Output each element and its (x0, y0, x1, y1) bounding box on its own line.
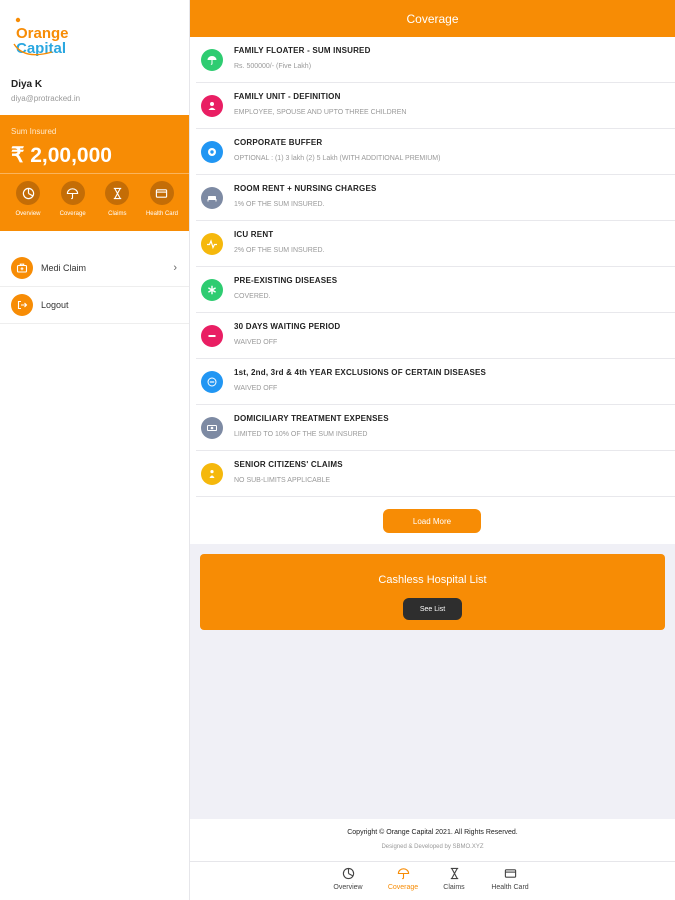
list-item[interactable]: FAMILY UNIT - DEFINITION EMPLOYEE, SPOUS… (196, 83, 675, 129)
top-bar: Coverage (190, 0, 675, 37)
coverage-title: FAMILY FLOATER - SUM INSURED (234, 46, 371, 55)
bed-icon (201, 187, 223, 209)
tab-label: Overview (333, 884, 363, 891)
orange-capital-logo[interactable]: Orange Capital (12, 14, 82, 62)
coverage-subtitle: WAIVED OFF (234, 339, 278, 346)
divider (0, 173, 189, 174)
asterisk-icon (201, 279, 223, 301)
coverage-subtitle: COVERED. (234, 293, 271, 300)
sidebar-menu: Medi Claim › Logout (0, 250, 189, 324)
coverage-subtitle: 1% OF THE SUM INSURED. (234, 201, 325, 208)
minus-icon (201, 371, 223, 393)
coverage-subtitle: OPTIONAL : (1) 3 lakh (2) 5 Lakh (WITH A… (234, 155, 441, 162)
chevron-right-icon: › (173, 262, 177, 274)
sum-insured-value: ₹ 2,00,000 (11, 144, 112, 167)
user-email: diya@protracked.in (11, 94, 81, 103)
buffer-icon (201, 141, 223, 163)
see-list-button[interactable]: See List (403, 598, 462, 620)
coverage-title: PRE-EXISTING DISEASES (234, 276, 338, 285)
pie-chart-icon (342, 867, 354, 880)
sidebar-item-logout[interactable]: Logout (0, 287, 189, 324)
load-more-button[interactable]: Load More (383, 509, 481, 533)
copyright-text: Copyright © Orange Capital 2021. All Rig… (347, 829, 518, 836)
quick-action-claims[interactable]: Claims (95, 181, 139, 217)
umbrella-icon (201, 49, 223, 71)
main-content: Coverage FAMILY FLOATER - SUM INSURED Rs… (190, 0, 675, 900)
umbrella-icon (397, 868, 409, 880)
coverage-subtitle: Rs. 500000/- (Five Lakh) (234, 63, 312, 70)
coverage-title: ICU RENT (234, 230, 274, 239)
coverage-title: SENIOR CITIZENS' CLAIMS (234, 460, 343, 469)
tab-claims[interactable]: Claims (424, 867, 484, 891)
sidebar-item-label: Medi Claim (41, 263, 87, 273)
coverage-title: ROOM RENT + NURSING CHARGES (234, 184, 377, 193)
list-item[interactable]: FAMILY FLOATER - SUM INSURED Rs. 500000/… (196, 37, 675, 83)
coverage-subtitle: 2% OF THE SUM INSURED. (234, 247, 325, 254)
cashless-hospital-title: Cashless Hospital List (378, 574, 487, 586)
coverage-list: FAMILY FLOATER - SUM INSURED Rs. 500000/… (190, 37, 675, 544)
list-item[interactable]: ROOM RENT + NURSING CHARGES 1% OF THE SU… (196, 175, 675, 221)
quick-action-label: Coverage (59, 211, 86, 217)
quick-actions: Overview Coverage Claims Health Card (6, 181, 184, 217)
coverage-title: CORPORATE BUFFER (234, 138, 323, 147)
briefcase-icon (11, 257, 33, 279)
list-item[interactable]: DOMICILIARY TREATMENT EXPENSES LIMITED T… (196, 405, 675, 451)
quick-action-label: Overview (15, 211, 41, 217)
tab-label: Health Card (491, 884, 529, 891)
logout-icon (11, 294, 33, 316)
umbrella-icon (60, 181, 85, 205)
minus-circle-icon (201, 325, 223, 347)
quick-action-label: Health Card (145, 211, 178, 217)
money-icon (201, 417, 223, 439)
footer: Copyright © Orange Capital 2021. All Rig… (190, 819, 675, 861)
card-icon (149, 181, 174, 205)
coverage-title: 30 DAYS WAITING PERIOD (234, 322, 341, 331)
sidebar-item-medi-claim[interactable]: Medi Claim › (0, 250, 189, 287)
tab-health-card[interactable]: Health Card (480, 867, 540, 891)
quick-action-health-card[interactable]: Health Card (140, 181, 184, 217)
tab-label: Coverage (387, 884, 419, 891)
coverage-subtitle: LIMITED TO 10% OF THE SUM INSURED (234, 431, 368, 438)
cashless-hospital-card: Cashless Hospital List See List (200, 554, 665, 630)
family-icon (201, 95, 223, 117)
quick-action-coverage[interactable]: Coverage (51, 181, 95, 217)
user-name: Diya K (11, 79, 43, 90)
sum-insured-card: Sum Insured ₹ 2,00,000 Overview Coverage (0, 115, 189, 231)
bottom-nav: Overview Coverage Claims Health Card (190, 861, 675, 900)
coverage-subtitle: EMPLOYEE, SPOUSE AND UPTO THREE CHILDREN (234, 109, 407, 116)
coverage-title: DOMICILIARY TREATMENT EXPENSES (234, 414, 389, 423)
coverage-subtitle: WAIVED OFF (234, 385, 278, 392)
coverage-subtitle: NO SUB-LIMITS APPLICABLE (234, 477, 331, 484)
list-item[interactable]: SENIOR CITIZENS' CLAIMS NO SUB-LIMITS AP… (196, 451, 675, 497)
list-item[interactable]: PRE-EXISTING DISEASES COVERED. (196, 267, 675, 313)
hourglass-icon (105, 181, 130, 205)
list-item[interactable]: CORPORATE BUFFER OPTIONAL : (1) 3 lakh (… (196, 129, 675, 175)
pulse-icon (201, 233, 223, 255)
coverage-title: 1st, 2nd, 3rd & 4th YEAR EXCLUSIONS OF C… (234, 368, 487, 377)
designed-by-text: Designed & Developed by SBMO.XYZ (381, 844, 484, 850)
quick-action-overview[interactable]: Overview (6, 181, 50, 217)
senior-icon (201, 463, 223, 485)
pie-chart-icon (16, 181, 40, 205)
list-item[interactable]: 1st, 2nd, 3rd & 4th YEAR EXCLUSIONS OF C… (196, 359, 675, 405)
sum-insured-label: Sum Insured (11, 127, 57, 136)
list-item[interactable]: ICU RENT 2% OF THE SUM INSURED. (196, 221, 675, 267)
card-icon (504, 869, 516, 878)
coverage-title: FAMILY UNIT - DEFINITION (234, 92, 341, 101)
quick-action-label: Claims (108, 211, 127, 217)
hourglass-icon (450, 867, 458, 880)
list-item[interactable]: 30 DAYS WAITING PERIOD WAIVED OFF (196, 313, 675, 359)
tab-overview[interactable]: Overview (318, 867, 378, 891)
sidebar: Orange Capital Diya K diya@protracked.in… (0, 0, 190, 900)
page-title: Coverage (406, 11, 459, 26)
tab-label: Claims (443, 884, 465, 891)
sidebar-item-label: Logout (41, 300, 69, 310)
